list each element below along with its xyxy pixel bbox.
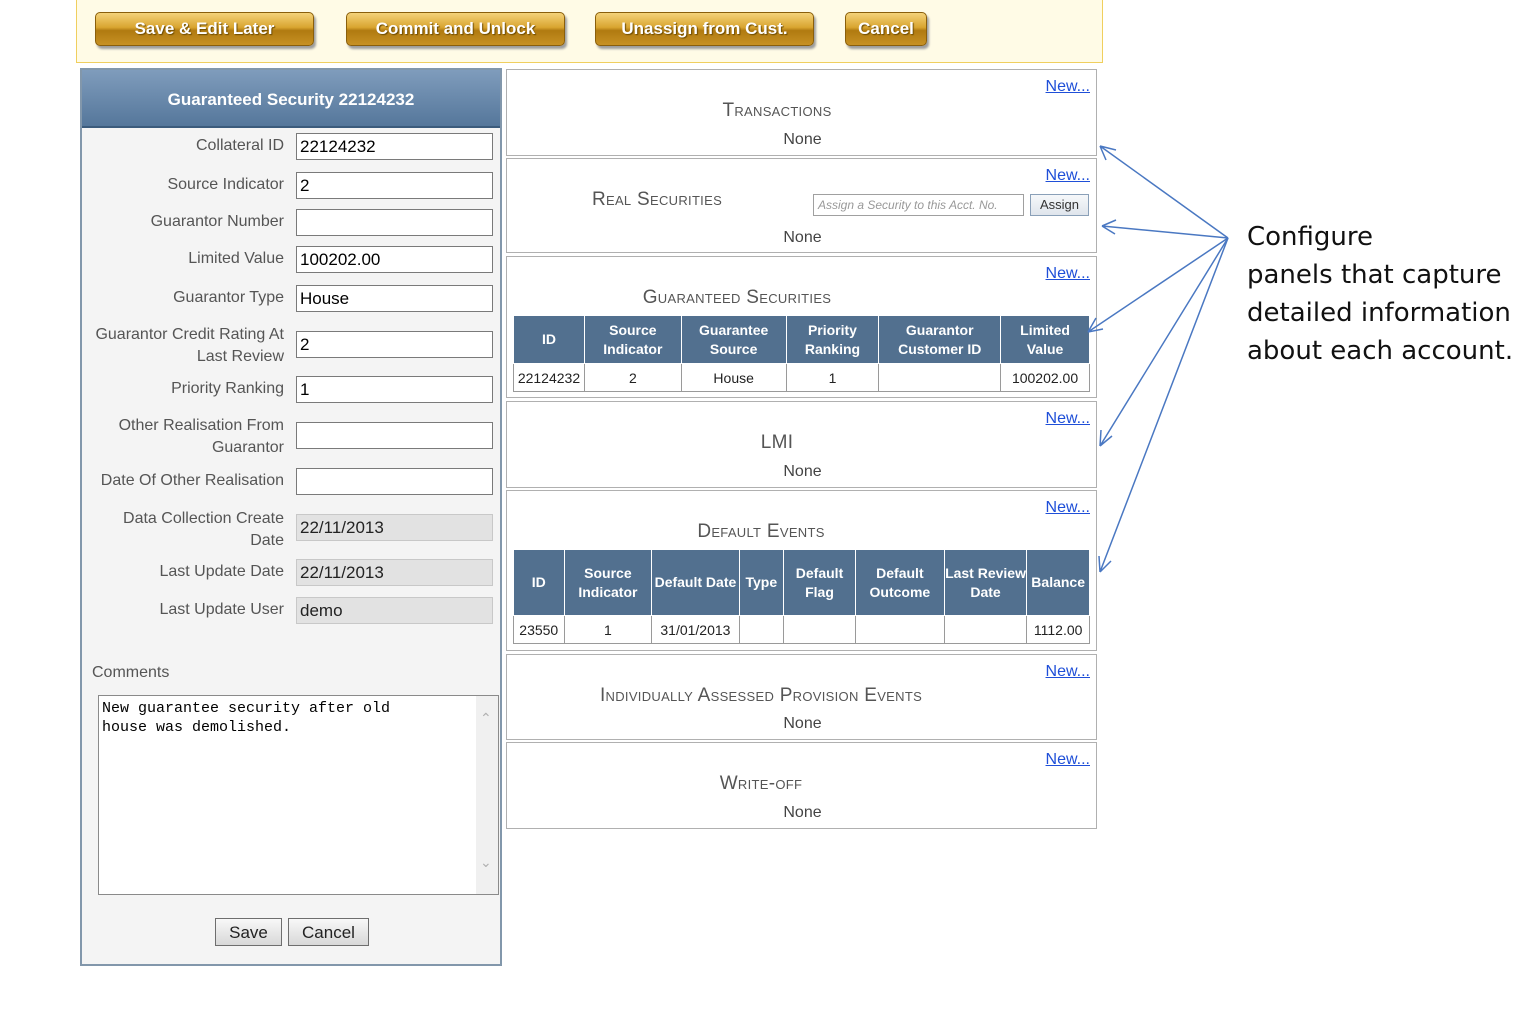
annotation-callout: Configure panels that capture detailed i… [1247, 218, 1522, 370]
arrow-to-default-events [1098, 237, 1229, 573]
annotation-arrows [1087, 145, 1229, 573]
arrow-to-lmi [1099, 237, 1229, 447]
arrow-to-real-securities [1101, 219, 1229, 239]
annotation-line: panels that capture [1247, 260, 1502, 290]
annotation-line: detailed information [1247, 298, 1511, 328]
arrow-to-guaranteed-securities [1087, 237, 1229, 333]
arrow-to-transactions [1099, 145, 1229, 239]
annotation-line: about each account. [1247, 336, 1514, 366]
annotation-line: Configure [1247, 222, 1374, 252]
